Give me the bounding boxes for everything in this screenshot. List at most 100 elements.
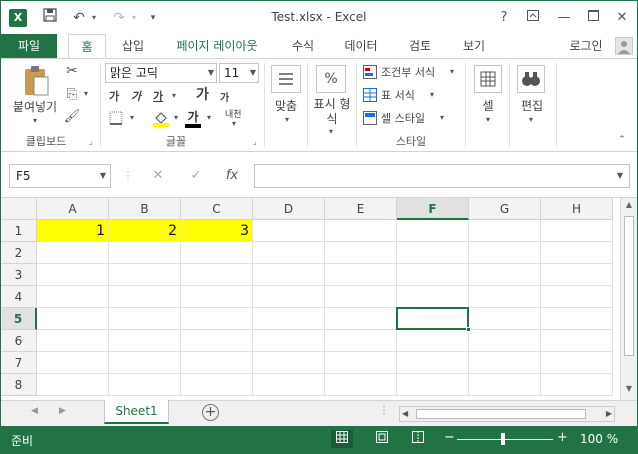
scroll-up-icon[interactable]: ▲: [621, 200, 637, 214]
tab-view[interactable]: 보기: [452, 34, 496, 58]
cell-a7[interactable]: [37, 352, 109, 374]
sheet-tab-sheet1[interactable]: Sheet1: [104, 400, 169, 424]
cell-e7[interactable]: [325, 352, 397, 374]
cancel-entry-button[interactable]: ✕: [147, 166, 169, 186]
cell-d8[interactable]: [253, 374, 325, 396]
underline-button[interactable]: 가: [153, 89, 163, 105]
cell-h6[interactable]: [541, 330, 613, 352]
zoom-out-icon[interactable]: −: [444, 430, 455, 445]
expand-formula-icon[interactable]: ▼: [617, 171, 623, 180]
copy-dropdown-icon[interactable]: ▾: [81, 89, 91, 98]
cell-e4[interactable]: [325, 286, 397, 308]
column-header-a[interactable]: A: [37, 198, 109, 220]
copy-icon[interactable]: ⎘: [63, 87, 81, 102]
cell-e3[interactable]: [325, 264, 397, 286]
column-header-f[interactable]: F: [397, 198, 469, 220]
bold-button[interactable]: 가: [109, 89, 119, 105]
paste-button[interactable]: 붙여넣기: [6, 100, 64, 115]
cell-a3[interactable]: [37, 264, 109, 286]
percent-icon[interactable]: %: [316, 65, 346, 93]
zoom-slider-thumb[interactable]: [501, 433, 505, 445]
signin-link[interactable]: 로그인: [561, 34, 611, 58]
cell-f7[interactable]: [397, 352, 469, 374]
vertical-scrollbar[interactable]: ▲ ▼: [620, 198, 637, 400]
font-name-combo[interactable]: 맑은 고딕 ▼: [105, 63, 217, 83]
cells-button[interactable]: 셀: [471, 99, 505, 114]
formula-bar-drag-handle[interactable]: ⋮: [117, 166, 139, 186]
cell-b1[interactable]: 2: [109, 220, 181, 242]
tab-page-layout[interactable]: 페이지 레이아웃: [166, 34, 268, 58]
font-size-combo[interactable]: 11 ▼: [219, 63, 259, 83]
number-format-dropdown-icon[interactable]: ▾: [325, 127, 337, 136]
add-sheet-icon[interactable]: +: [202, 404, 219, 421]
page-layout-view-icon[interactable]: [371, 430, 393, 448]
cell-b6[interactable]: [109, 330, 181, 352]
row-header-5[interactable]: 5: [1, 308, 37, 330]
select-all-corner[interactable]: [1, 198, 37, 220]
tab-insert[interactable]: 삽입: [113, 34, 153, 58]
cell-b4[interactable]: [109, 286, 181, 308]
close-icon[interactable]: ✕: [611, 7, 633, 29]
cell-b7[interactable]: [109, 352, 181, 374]
cell-d1[interactable]: [253, 220, 325, 242]
tab-home[interactable]: 홈: [68, 34, 106, 59]
format-painter-icon[interactable]: 🖌: [63, 109, 81, 124]
cell-f8[interactable]: [397, 374, 469, 396]
row-header-7[interactable]: 7: [1, 352, 37, 374]
cell-h8[interactable]: [541, 374, 613, 396]
cells-icon[interactable]: [474, 65, 502, 93]
cut-icon[interactable]: ✂: [63, 63, 81, 79]
row-header-1[interactable]: 1: [1, 220, 37, 242]
cell-f6[interactable]: [397, 330, 469, 352]
format-as-table-dropdown-icon[interactable]: ▾: [427, 90, 437, 99]
name-box[interactable]: F5 ▼: [9, 164, 111, 188]
cell-a6[interactable]: [37, 330, 109, 352]
border-dropdown-icon[interactable]: ▾: [127, 113, 137, 122]
cell-f3[interactable]: [397, 264, 469, 286]
horizontal-scroll-thumb[interactable]: [416, 409, 586, 419]
cell-c8[interactable]: [181, 374, 253, 396]
column-header-c[interactable]: C: [181, 198, 253, 220]
cell-h2[interactable]: [541, 242, 613, 264]
zoom-slider-track[interactable]: [457, 439, 553, 440]
cell-styles-icon[interactable]: [362, 111, 378, 128]
cell-h4[interactable]: [541, 286, 613, 308]
collapse-ribbon-icon[interactable]: ⌃: [615, 135, 629, 145]
scroll-down-icon[interactable]: ▼: [621, 384, 637, 398]
format-as-table-button[interactable]: 표 서식: [381, 88, 415, 104]
cells-dropdown-icon[interactable]: ▾: [482, 115, 494, 124]
vertical-scroll-thumb[interactable]: [624, 216, 634, 356]
cell-c1[interactable]: 3: [181, 220, 253, 242]
cell-g5[interactable]: [469, 308, 541, 330]
column-header-b[interactable]: B: [109, 198, 181, 220]
cell-g6[interactable]: [469, 330, 541, 352]
cell-g7[interactable]: [469, 352, 541, 374]
editing-dropdown-icon[interactable]: ▾: [525, 115, 537, 124]
cell-h1[interactable]: [541, 220, 613, 242]
cell-a8[interactable]: [37, 374, 109, 396]
cell-e2[interactable]: [325, 242, 397, 264]
fill-color-icon[interactable]: [151, 109, 171, 127]
confirm-entry-button[interactable]: ✓: [185, 166, 207, 186]
account-avatar-icon[interactable]: [615, 37, 633, 55]
scroll-left-icon[interactable]: ◀: [402, 407, 408, 421]
cell-a5[interactable]: [37, 308, 109, 330]
cell-f1[interactable]: [397, 220, 469, 242]
cell-e8[interactable]: [325, 374, 397, 396]
border-icon[interactable]: [107, 111, 125, 128]
phonetic-dropdown-icon[interactable]: ▾: [229, 119, 239, 128]
cell-b5[interactable]: [109, 308, 181, 330]
tab-data[interactable]: 데이터: [336, 34, 386, 58]
cell-styles-dropdown-icon[interactable]: ▾: [437, 113, 447, 122]
sheet-prev-icon[interactable]: ◀: [31, 406, 38, 416]
minimize-icon[interactable]: —: [553, 7, 575, 29]
italic-button[interactable]: 가: [131, 89, 141, 105]
normal-view-icon[interactable]: [331, 430, 353, 448]
cell-b8[interactable]: [109, 374, 181, 396]
sheet-next-icon[interactable]: ▶: [59, 406, 66, 416]
row-header-2[interactable]: 2: [1, 242, 37, 264]
cell-h7[interactable]: [541, 352, 613, 374]
cell-a2[interactable]: [37, 242, 109, 264]
cell-g1[interactable]: [469, 220, 541, 242]
ribbon-display-icon[interactable]: [522, 7, 544, 29]
